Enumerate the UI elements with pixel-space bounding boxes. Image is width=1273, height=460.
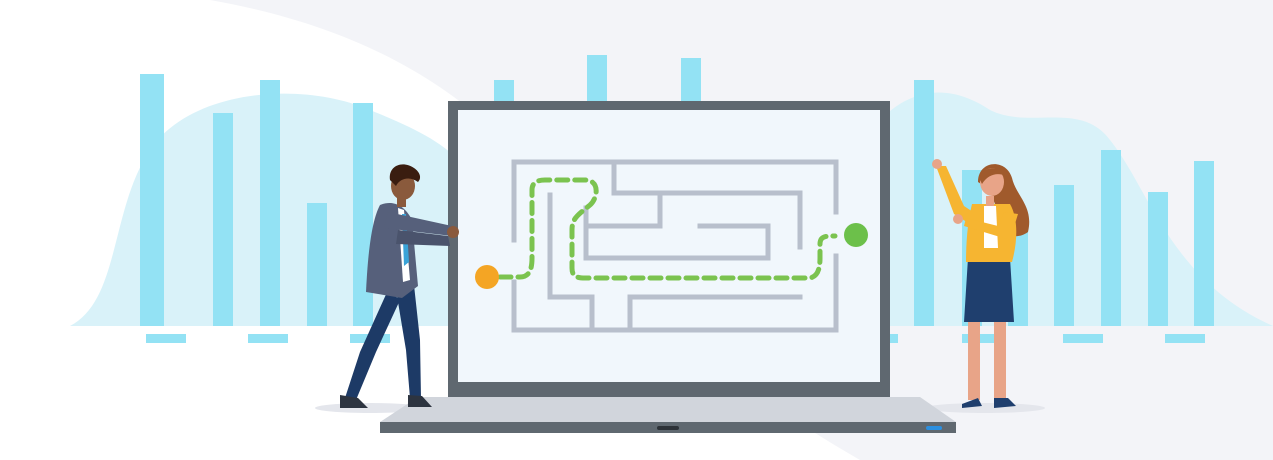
start-dot-icon bbox=[475, 265, 499, 289]
bar bbox=[260, 80, 280, 326]
bar bbox=[307, 203, 327, 326]
laptop-power-light bbox=[926, 426, 942, 430]
man-hand bbox=[447, 226, 459, 238]
woman-legs-back bbox=[968, 318, 980, 400]
bar bbox=[1054, 185, 1074, 326]
woman-legs-front bbox=[994, 318, 1006, 400]
maze-laptop-illustration bbox=[70, 0, 1273, 460]
woman-neck bbox=[986, 196, 994, 206]
bar bbox=[914, 80, 934, 326]
bar bbox=[213, 113, 233, 326]
laptop-notch bbox=[657, 426, 679, 430]
woman-raised-hand bbox=[932, 159, 942, 169]
bar bbox=[140, 74, 164, 326]
woman-pointing-hand bbox=[953, 214, 963, 224]
bar bbox=[1194, 161, 1214, 326]
woman-shadow bbox=[925, 403, 1045, 413]
bar bbox=[1101, 150, 1121, 326]
woman-skirt bbox=[964, 258, 1014, 322]
laptop-base bbox=[380, 397, 956, 422]
laptop-screen bbox=[458, 110, 880, 382]
laptop bbox=[380, 101, 956, 433]
bar bbox=[1148, 192, 1168, 326]
end-dot-icon bbox=[844, 223, 868, 247]
illustration-scene bbox=[0, 0, 1273, 460]
